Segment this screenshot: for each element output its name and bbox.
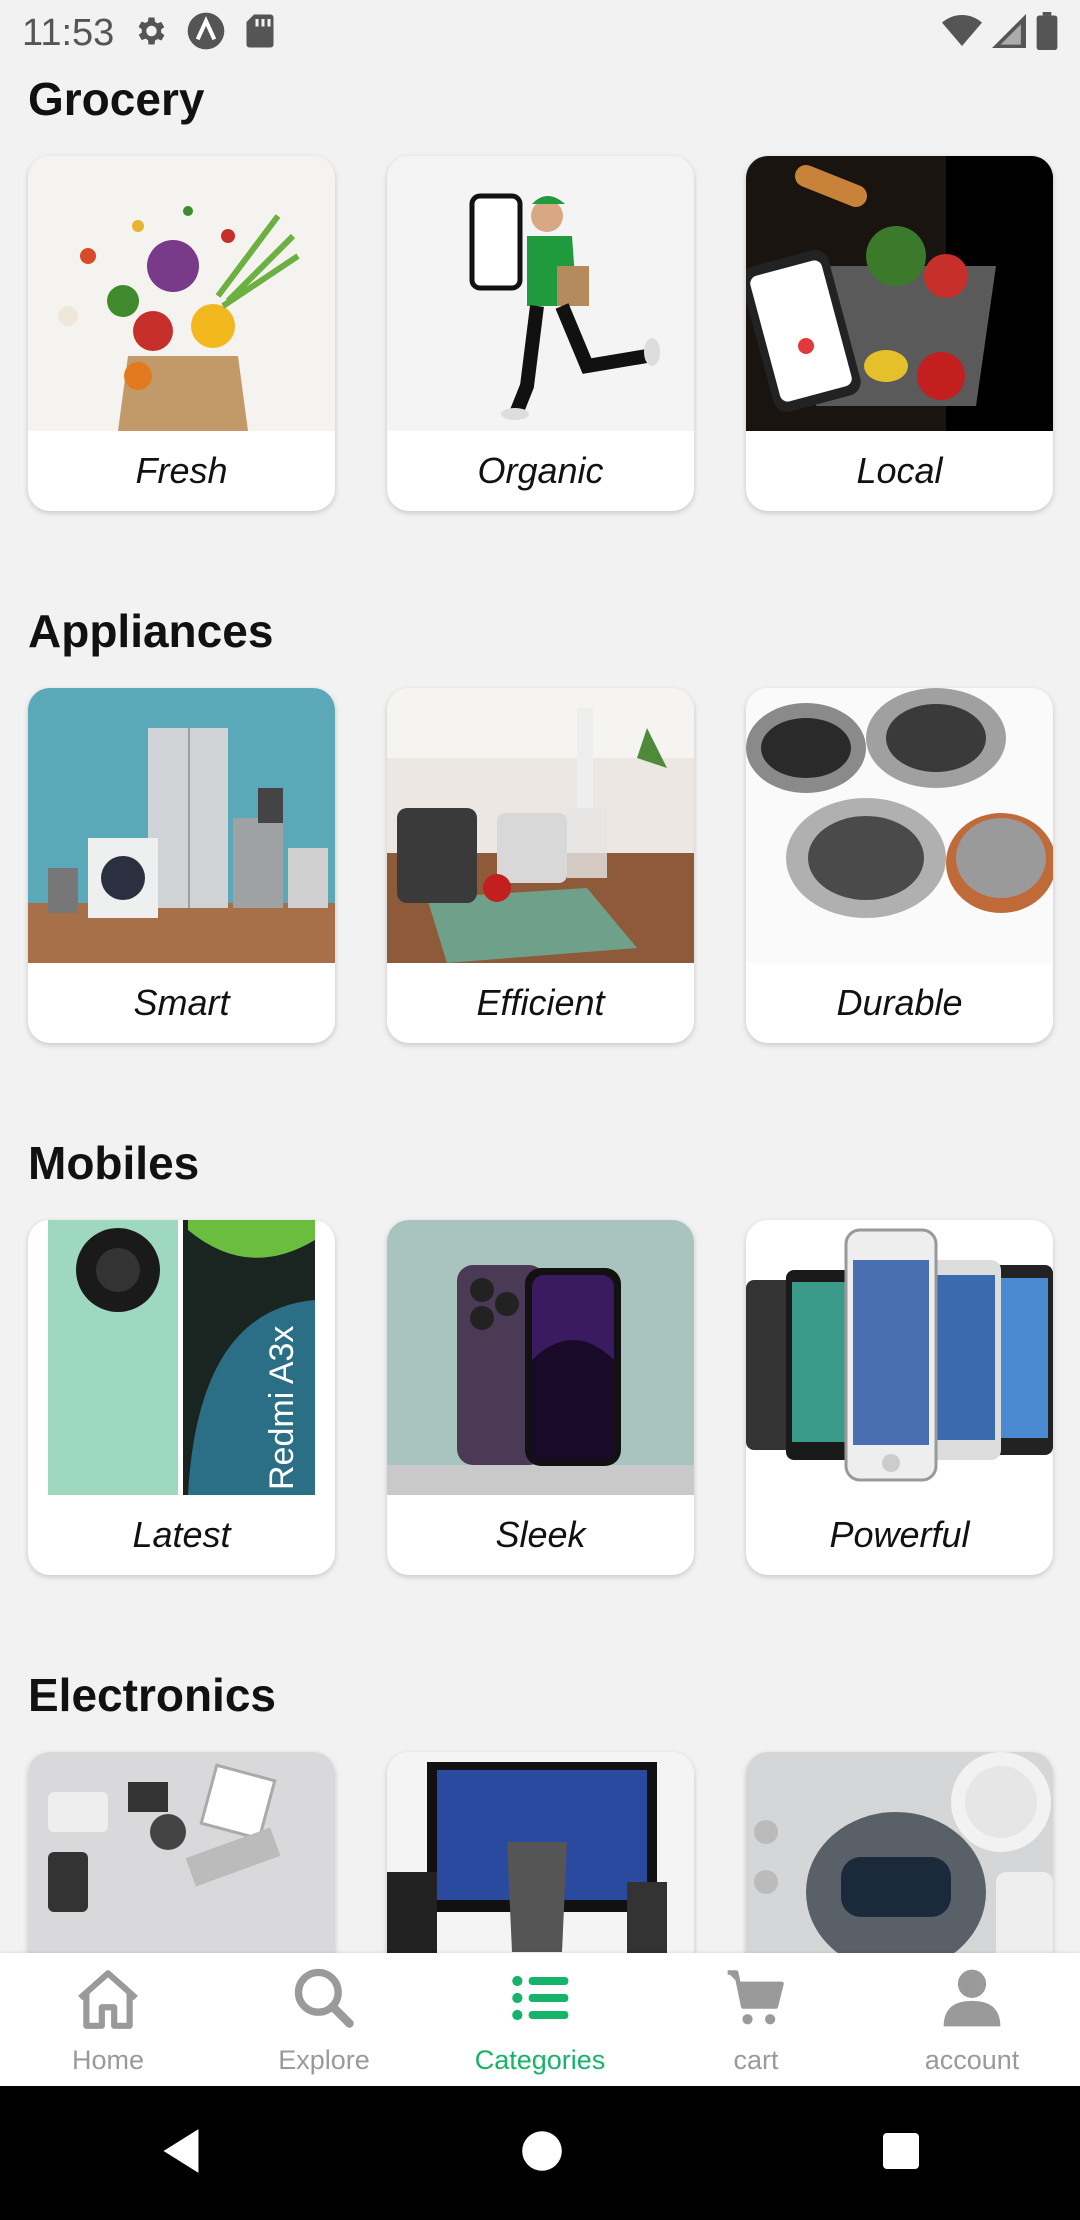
wifi-icon bbox=[942, 14, 982, 53]
nav-label: Categories bbox=[474, 2044, 606, 2075]
card-label: Latest bbox=[132, 1514, 231, 1555]
person-icon bbox=[938, 1964, 1006, 2039]
category-card-electronics-3[interactable] bbox=[746, 1752, 1053, 1953]
search-icon bbox=[290, 1964, 358, 2039]
nav-label: Home bbox=[71, 2044, 145, 2075]
nav-account[interactable]: account bbox=[864, 1953, 1080, 2086]
section-title: Electronics bbox=[28, 1669, 276, 1721]
redmi-brand-text: Redmi A3x bbox=[263, 1326, 301, 1490]
card-label: Durable bbox=[836, 982, 963, 1023]
card-label: Powerful bbox=[829, 1514, 970, 1555]
category-card-latest[interactable]: Redmi A3x Latest bbox=[28, 1220, 335, 1575]
category-card-local[interactable]: Local bbox=[746, 156, 1053, 511]
nav-cart[interactable]: cart bbox=[648, 1953, 864, 2086]
smartphones-lineup-image bbox=[746, 1220, 1053, 1495]
category-card-fresh[interactable]: Fresh bbox=[28, 156, 335, 511]
card-label: Local bbox=[856, 450, 943, 491]
category-card-efficient[interactable]: Efficient bbox=[387, 688, 694, 1043]
category-card-organic[interactable]: Organic bbox=[387, 156, 694, 511]
redmi-phone-image: Redmi A3x bbox=[28, 1220, 335, 1495]
nav-home[interactable]: Home bbox=[0, 1953, 216, 2086]
battery-icon bbox=[1036, 11, 1058, 55]
signal-icon bbox=[992, 13, 1026, 53]
category-card-smart[interactable]: Smart bbox=[28, 688, 335, 1043]
card-label: Smart bbox=[133, 982, 230, 1023]
home-button-icon[interactable] bbox=[520, 2129, 564, 2178]
status-time: 11:53 bbox=[22, 11, 115, 54]
recents-icon[interactable] bbox=[881, 2131, 921, 2176]
grocery-delivery-app-image bbox=[746, 156, 1053, 431]
app-badge-icon bbox=[186, 11, 226, 56]
card-label: Organic bbox=[477, 450, 604, 491]
sd-card-icon bbox=[244, 13, 276, 54]
kitchen-appliances-image bbox=[387, 688, 694, 963]
bottom-nav: Home Explore Categories cart account bbox=[0, 1953, 1080, 2086]
iphone-image bbox=[387, 1220, 694, 1495]
cart-icon bbox=[722, 1964, 790, 2039]
category-card-powerful[interactable]: Powerful bbox=[746, 1220, 1053, 1575]
category-card-durable[interactable]: Durable bbox=[746, 688, 1053, 1043]
nav-categories[interactable]: Categories bbox=[432, 1953, 648, 2086]
back-icon[interactable] bbox=[159, 2127, 203, 2180]
vegetables-bag-image bbox=[28, 156, 335, 431]
home-electronics-image bbox=[387, 1752, 694, 1953]
nav-label: account bbox=[924, 2044, 1020, 2075]
nav-label: cart bbox=[733, 2044, 779, 2075]
system-nav-bar bbox=[0, 2086, 1080, 2220]
category-card-sleek[interactable]: Sleek bbox=[387, 1220, 694, 1575]
settings-icon bbox=[132, 13, 168, 54]
section-title: Appliances bbox=[28, 605, 274, 657]
delivery-man-image bbox=[387, 156, 694, 431]
section-title: Grocery bbox=[28, 73, 205, 125]
category-card-electronics-2[interactable] bbox=[387, 1752, 694, 1953]
steel-cookware-image bbox=[746, 688, 1053, 963]
home-icon bbox=[70, 1964, 146, 2039]
smart-home-devices-image bbox=[746, 1752, 1053, 1953]
category-card-electronics-1[interactable] bbox=[28, 1752, 335, 1953]
list-icon bbox=[506, 1964, 574, 2039]
status-bar: 11:53 bbox=[0, 0, 1080, 66]
card-label: Efficient bbox=[476, 982, 605, 1023]
section-title: Mobiles bbox=[28, 1137, 200, 1189]
home-appliances-image bbox=[28, 688, 335, 963]
nav-explore[interactable]: Explore bbox=[216, 1953, 432, 2086]
card-label: Sleek bbox=[495, 1514, 586, 1555]
gadgets-image bbox=[28, 1752, 335, 1953]
categories-list[interactable]: Grocery Fresh Organic Local Appliances S… bbox=[0, 66, 1080, 1953]
card-label: Fresh bbox=[135, 450, 228, 491]
nav-label: Explore bbox=[278, 2044, 370, 2075]
